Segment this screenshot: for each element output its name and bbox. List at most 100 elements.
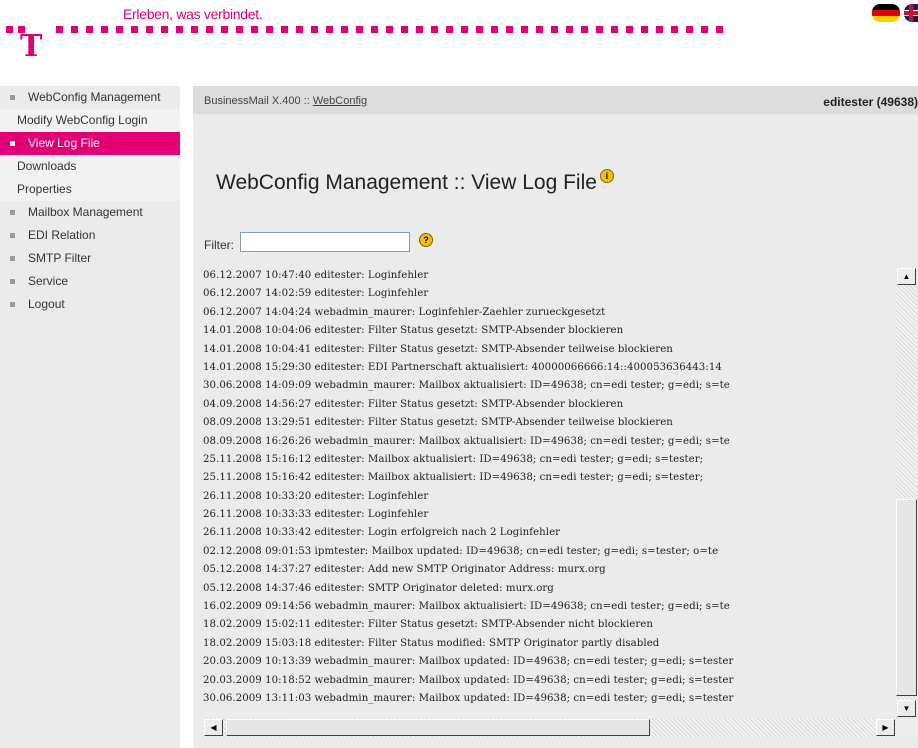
logo-dot	[116, 26, 123, 33]
help-icon[interactable]: ?	[419, 233, 433, 247]
log-line: 25.11.2008 15:16:42 editester: Mailbox a…	[203, 472, 704, 484]
log-line: 08.09.2008 13:29:51 editester: Filter St…	[203, 417, 673, 429]
sidebar-item-label: Downloads	[17, 159, 77, 173]
logo-dot	[536, 26, 543, 33]
logo-dot	[356, 26, 363, 33]
flag-de-icon[interactable]	[872, 4, 900, 22]
log-line: 26.11.2008 10:33:33 editester: Loginfehl…	[203, 509, 429, 521]
log-line: 30.06.2009 13:11:03 webadmin_maurer: Mai…	[203, 692, 734, 704]
breadcrumb: BusinessMail X.400 :: WebConfig	[204, 95, 367, 107]
breadcrumb-prefix: BusinessMail X.400 ::	[204, 95, 313, 107]
logo-dot	[491, 26, 498, 33]
log-line: 05.12.2008 14:37:46 editester: SMTP Orig…	[203, 582, 554, 594]
sidebar-item-edi-relation[interactable]: EDI Relation	[0, 224, 180, 247]
log-viewer[interactable]: 06.12.2007 10:47:40 editester: Loginfehl…	[203, 267, 917, 737]
sidebar-item-label: WebConfig Management	[28, 90, 161, 104]
filter-input[interactable]	[240, 232, 410, 252]
logo-dot	[401, 26, 408, 33]
logo-dot	[386, 26, 393, 33]
sidebar-nav: WebConfig Management Modify WebConfig Log…	[0, 86, 180, 748]
flag-uk-icon[interactable]	[904, 4, 918, 22]
logo-dot	[56, 26, 63, 33]
log-line: 08.09.2008 16:26:26 webadmin_maurer: Mai…	[203, 435, 730, 447]
logo-dot	[416, 26, 423, 33]
logo-dot	[206, 26, 213, 33]
logo-dot	[521, 26, 528, 33]
scroll-right-arrow-icon[interactable]: ▶	[876, 719, 895, 736]
log-line: 30.06.2008 14:09:09 webadmin_maurer: Mai…	[203, 380, 730, 392]
bullet-icon	[10, 233, 15, 238]
info-icon[interactable]: i	[599, 169, 614, 183]
sidebar-item-label: SMTP Filter	[28, 251, 92, 265]
log-line: 04.09.2008 14:56:27 editester: Filter St…	[203, 398, 624, 410]
logo-dot	[18, 26, 25, 33]
bullet-icon	[10, 141, 15, 146]
logo-dot	[611, 26, 618, 33]
logo-dot	[176, 26, 183, 33]
logo-dot	[701, 26, 708, 33]
horizontal-scroll-thumb[interactable]	[226, 719, 650, 736]
logo-dot	[6, 26, 13, 33]
log-line: 16.02.2009 09:14:56 webadmin_maurer: Mai…	[203, 601, 730, 613]
log-lines: 06.12.2007 10:47:40 editester: Loginfehl…	[203, 267, 893, 713]
logo-dot	[326, 26, 333, 33]
logo-dot	[101, 26, 108, 33]
scroll-left-arrow-icon[interactable]: ◀	[204, 719, 223, 736]
log-line: 06.12.2007 10:47:40 editester: Loginfehl…	[203, 270, 429, 281]
sidebar-item-label: Service	[28, 274, 69, 288]
logo-dot	[596, 26, 603, 33]
log-line: 18.02.2009 15:03:18 editester: Filter St…	[203, 637, 660, 649]
filter-label: Filter:	[204, 238, 234, 252]
log-line: 14.01.2008 10:04:41 editester: Filter St…	[203, 343, 673, 355]
logo-dot	[686, 26, 693, 33]
logo-dot	[716, 26, 723, 33]
breadcrumb-link-webconfig[interactable]: WebConfig	[313, 95, 367, 107]
logo-dot	[296, 26, 303, 33]
page-title-text: WebConfig Management :: View Log File	[216, 171, 597, 194]
scrollbar-corner	[896, 718, 917, 737]
sidebar-item-webconfig-management[interactable]: WebConfig Management	[0, 86, 180, 109]
sidebar-item-label: Modify WebConfig Login	[17, 113, 148, 127]
bullet-icon	[10, 302, 15, 307]
main-content: BusinessMail X.400 :: WebConfig editeste…	[193, 86, 918, 748]
sidebar-item-label: Mailbox Management	[28, 205, 143, 219]
scroll-up-arrow-icon[interactable]: ▲	[897, 268, 916, 285]
vertical-scrollbar[interactable]: ▲ ▼	[896, 267, 917, 718]
logo-dot	[86, 26, 93, 33]
log-line: 02.12.2008 09:01:53 ipmtester: Mailbox u…	[203, 545, 719, 557]
scroll-down-arrow-icon[interactable]: ▼	[897, 700, 916, 717]
logo-dot	[551, 26, 558, 33]
logo-dot	[671, 26, 678, 33]
bullet-icon	[10, 95, 15, 100]
log-line: 26.11.2008 10:33:20 editester: Loginfehl…	[203, 490, 429, 502]
logo-dot	[626, 26, 633, 33]
log-line: 05.12.2008 14:37:27 editester: Add new S…	[203, 564, 606, 576]
sidebar-item-downloads[interactable]: Downloads	[0, 155, 180, 178]
logo-dot	[371, 26, 378, 33]
sidebar-item-properties[interactable]: Properties	[0, 178, 180, 201]
sidebar-item-logout[interactable]: Logout	[0, 293, 180, 316]
vertical-scroll-thumb[interactable]	[896, 499, 917, 696]
sidebar-item-label: View Log File	[28, 136, 100, 150]
sidebar-item-mailbox-management[interactable]: Mailbox Management	[0, 201, 180, 224]
sidebar-item-modify-webconfig-login[interactable]: Modify WebConfig Login	[0, 109, 180, 132]
log-line: 20.03.2009 10:18:52 webadmin_maurer: Mai…	[203, 674, 734, 686]
logo-dot	[341, 26, 348, 33]
sidebar-item-service[interactable]: Service	[0, 270, 180, 293]
log-line: 06.12.2007 14:04:24 webadmin_maurer: Log…	[203, 306, 606, 318]
logo-dot	[566, 26, 573, 33]
sidebar-item-view-log-file[interactable]: View Log File	[0, 132, 180, 155]
logo-dot	[266, 26, 273, 33]
logo-dot	[431, 26, 438, 33]
logo-dot	[506, 26, 513, 33]
logo-dot	[446, 26, 453, 33]
sidebar-item-label: EDI Relation	[28, 228, 96, 242]
logo-dot	[281, 26, 288, 33]
logo-dot	[131, 26, 138, 33]
logo-dot	[311, 26, 318, 33]
logo-dot	[221, 26, 228, 33]
sidebar-item-smtp-filter[interactable]: SMTP Filter	[0, 247, 180, 270]
logo-dot	[641, 26, 648, 33]
horizontal-scrollbar[interactable]: ◀ ▶	[203, 718, 896, 737]
sidebar-item-label: Logout	[28, 297, 65, 311]
